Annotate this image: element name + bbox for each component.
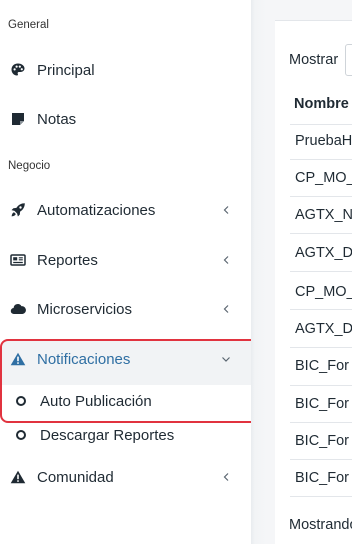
table-row: BIC_For bbox=[295, 470, 349, 486]
table-row: PruebaH bbox=[295, 133, 352, 149]
sidebar-subitem-descargar-reportes[interactable]: Descargar Reportes bbox=[0, 420, 251, 450]
row-divider bbox=[290, 459, 352, 460]
sidebar-item-automatizaciones[interactable]: Automatizaciones bbox=[0, 190, 251, 230]
sidebar-item-notas[interactable]: Notas bbox=[0, 99, 251, 139]
row-divider bbox=[290, 159, 352, 160]
sidebar-item-microservicios[interactable]: Microservicios bbox=[0, 289, 251, 329]
sidebar-item-label: Notas bbox=[37, 110, 77, 128]
chevron-left-icon bbox=[220, 303, 232, 315]
section-header-general: General bbox=[8, 19, 49, 31]
row-divider bbox=[290, 422, 352, 423]
cloud-icon bbox=[10, 301, 26, 317]
sidebar-item-label: Automatizaciones bbox=[37, 201, 156, 219]
table-row: BIC_For bbox=[295, 358, 349, 374]
row-divider bbox=[290, 496, 352, 497]
sidebar-item-label: Principal bbox=[37, 61, 95, 79]
show-entries-label: Mostrar bbox=[289, 52, 339, 68]
row-divider bbox=[290, 196, 352, 197]
row-divider bbox=[290, 309, 352, 310]
newspaper-icon bbox=[10, 252, 26, 268]
table-footer-info: Mostrando bbox=[289, 517, 352, 533]
sidebar-item-label: Comunidad bbox=[37, 468, 114, 486]
table-row: BIC_For bbox=[295, 396, 349, 412]
chevron-left-icon bbox=[220, 204, 232, 216]
sidebar-divider bbox=[251, 0, 267, 544]
entries-select[interactable] bbox=[345, 44, 352, 76]
rocket-icon bbox=[10, 202, 26, 218]
row-divider bbox=[290, 271, 352, 272]
sidebar-item-reportes[interactable]: Reportes bbox=[0, 240, 251, 280]
palette-icon bbox=[10, 62, 26, 78]
sidebar: General Principal Notas Negocio Automati… bbox=[0, 0, 251, 544]
row-divider bbox=[290, 233, 352, 234]
chevron-left-icon bbox=[220, 471, 232, 483]
table-row: AGTX_D bbox=[295, 245, 352, 261]
warning-icon bbox=[10, 469, 26, 485]
sidebar-subitem-label: Descargar Reportes bbox=[40, 426, 175, 444]
note-icon bbox=[10, 111, 26, 127]
sidebar-item-principal[interactable]: Principal bbox=[0, 50, 251, 90]
row-divider bbox=[290, 385, 352, 386]
table-row: CP_MO_ bbox=[295, 284, 352, 300]
row-divider bbox=[290, 347, 352, 348]
main-content bbox=[267, 0, 352, 544]
table-row: CP_MO_ bbox=[295, 170, 352, 186]
sidebar-item-label: Microservicios bbox=[37, 300, 133, 318]
sidebar-item-label: Reportes bbox=[37, 251, 98, 269]
section-header-negocio: Negocio bbox=[8, 160, 51, 172]
header-divider bbox=[290, 124, 352, 125]
chevron-left-icon bbox=[220, 254, 232, 266]
circle-icon bbox=[16, 430, 26, 440]
sidebar-item-comunidad[interactable]: Comunidad bbox=[0, 457, 251, 497]
table-row: BIC_For bbox=[295, 433, 349, 449]
table-row: AGTX_D bbox=[295, 321, 352, 337]
table-row: AGTX_N bbox=[295, 207, 352, 223]
column-header-nombre[interactable]: Nombre bbox=[294, 96, 349, 112]
highlight-outline bbox=[0, 339, 263, 423]
